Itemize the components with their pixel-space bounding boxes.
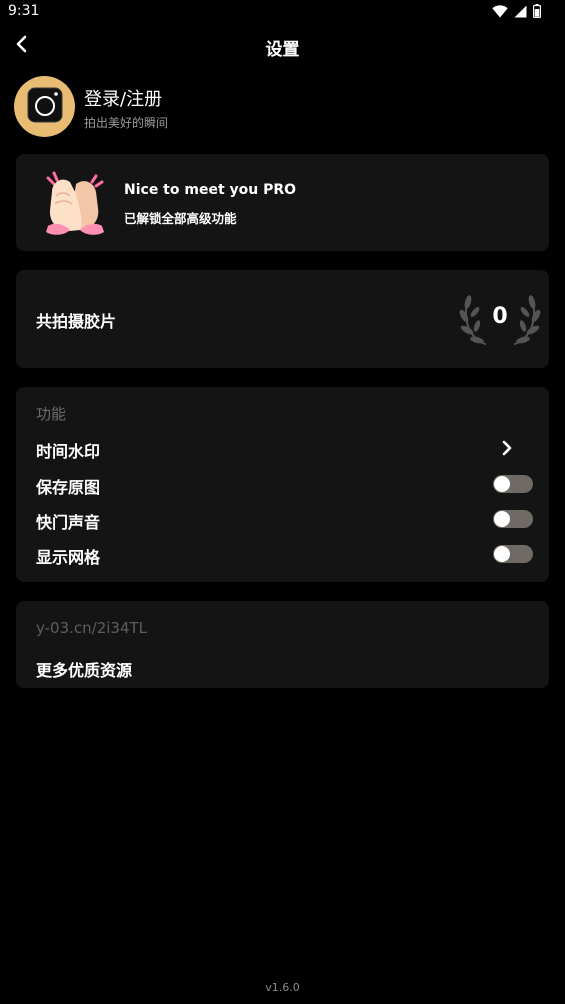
save-original-label: 保存原图 <box>36 478 101 497</box>
wifi-icon <box>492 3 508 22</box>
save-original-row: 保存原图 <box>16 467 549 501</box>
film-count-label: 共拍摄胶片 <box>36 312 117 331</box>
film-count-card: 共拍摄胶片 0 <box>16 270 549 368</box>
resources-url[interactable]: y-03.cn/2i34TL <box>36 619 147 637</box>
app-version: v1.6.0 <box>265 981 300 994</box>
show-grid-row: 显示网格 <box>16 537 549 571</box>
battery-icon <box>533 3 542 22</box>
status-bar: 9:31 <box>0 0 565 24</box>
profile-tagline: 拍出美好的瞬间 <box>84 116 169 130</box>
page-title: 设置 <box>265 40 300 60</box>
pro-banner[interactable]: Nice to meet you PRO 已解锁全部高级功能 <box>16 154 549 251</box>
shutter-sound-label: 快门声音 <box>36 513 101 532</box>
pro-subtitle: 已解锁全部高级功能 <box>124 211 237 226</box>
toggle-knob <box>494 511 510 527</box>
status-time: 9:31 <box>8 3 40 19</box>
film-count-value: 0 <box>492 304 508 329</box>
time-watermark-row[interactable]: 时间水印 <box>16 431 549 465</box>
shutter-sound-toggle[interactable] <box>493 510 533 528</box>
status-icons <box>492 3 542 22</box>
nav-header: 设置 <box>0 28 565 64</box>
features-section-title: 功能 <box>36 405 67 423</box>
chevron-right-icon <box>499 440 515 456</box>
pro-title: Nice to meet you PRO <box>124 182 297 198</box>
more-resources-card[interactable]: y-03.cn/2i34TL 更多优质资源 <box>16 601 549 688</box>
toggle-knob <box>494 476 510 492</box>
clapping-hands-icon <box>40 168 110 238</box>
toggle-knob <box>494 546 510 562</box>
show-grid-toggle[interactable] <box>493 545 533 563</box>
save-original-toggle[interactable] <box>493 475 533 493</box>
camera-app-icon <box>27 87 63 127</box>
time-watermark-label: 时间水印 <box>36 442 101 461</box>
login-profile[interactable]: 登录/注册 拍出美好的瞬间 <box>14 76 514 138</box>
login-register-label: 登录/注册 <box>84 89 163 110</box>
avatar <box>14 76 75 137</box>
features-card: 功能 时间水印 保存原图 快门声音 显示网格 <box>16 387 549 582</box>
cellular-icon <box>514 3 527 22</box>
shutter-sound-row: 快门声音 <box>16 502 549 536</box>
more-resources-label: 更多优质资源 <box>36 661 133 680</box>
show-grid-label: 显示网格 <box>36 548 101 567</box>
